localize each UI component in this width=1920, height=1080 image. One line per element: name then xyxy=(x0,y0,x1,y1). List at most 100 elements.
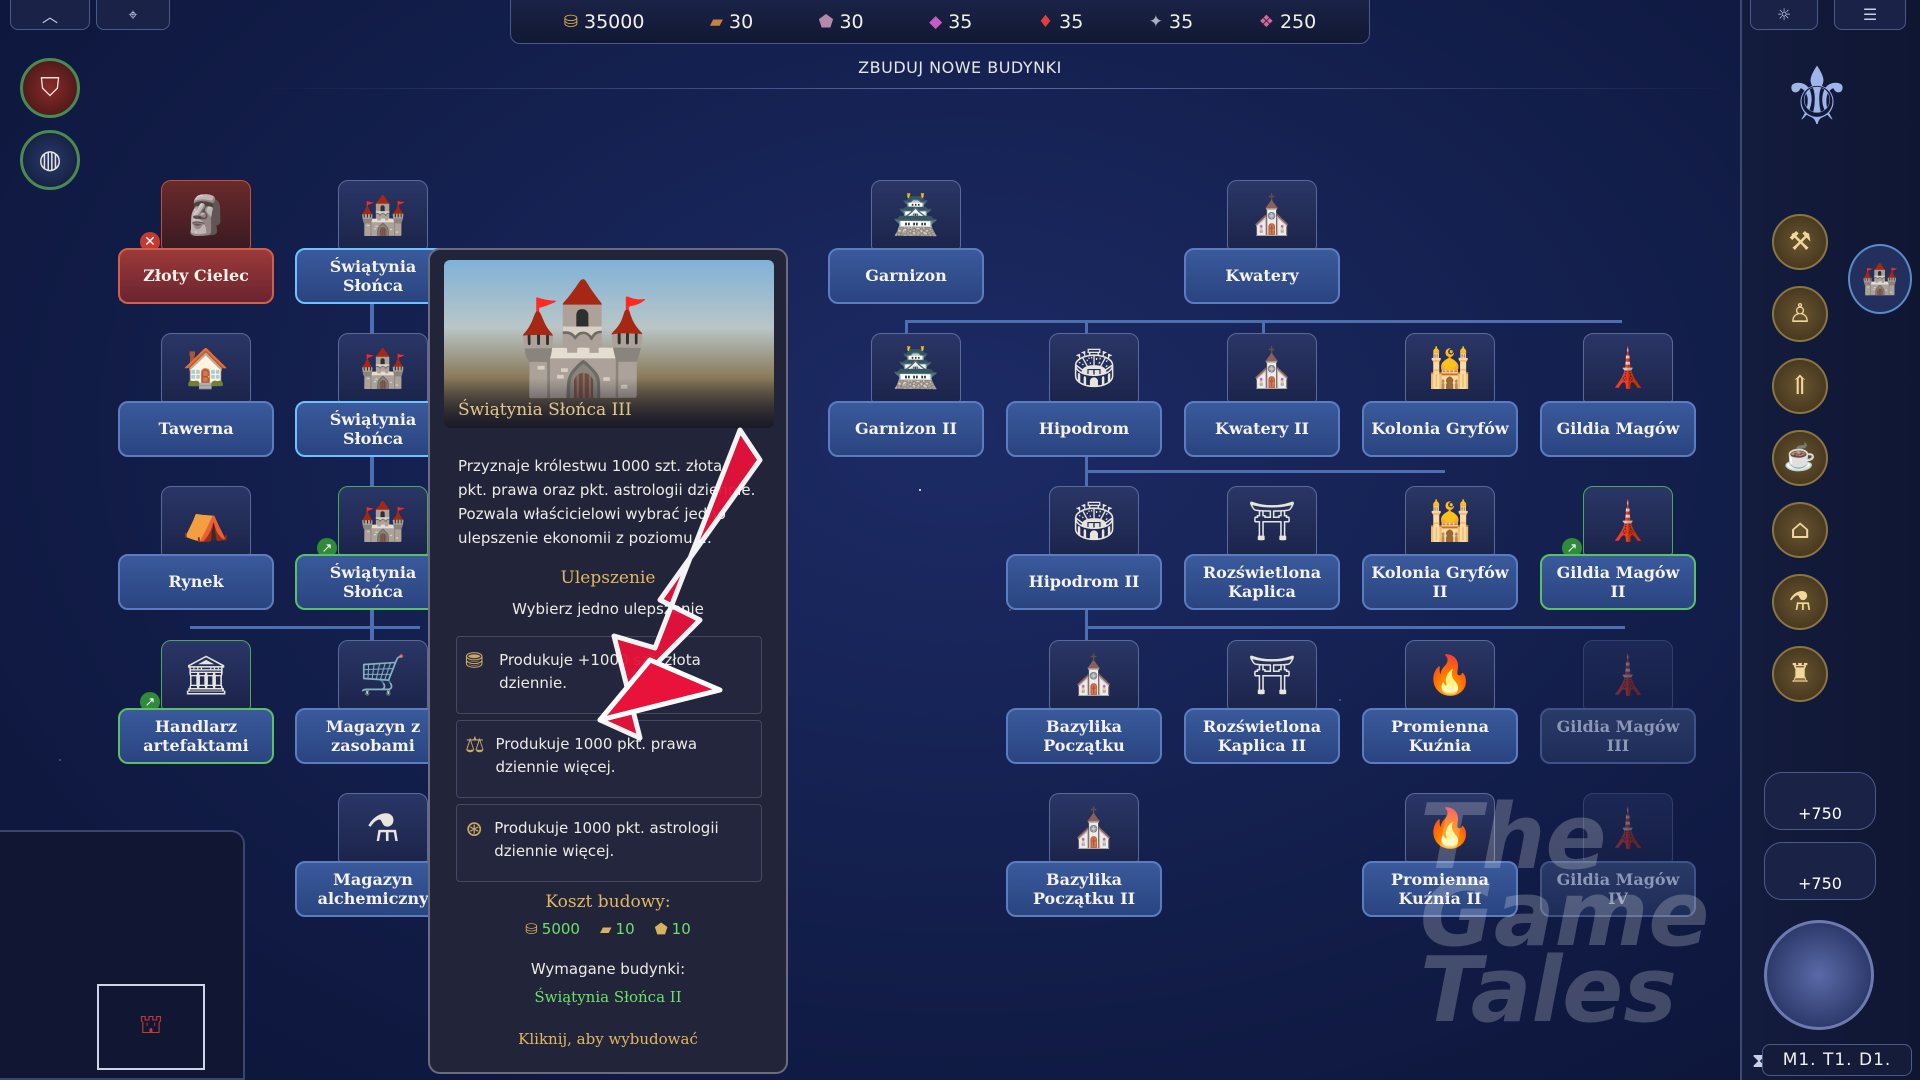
building-kuznia[interactable]: 🔥 Promienna Kuźnia xyxy=(1362,640,1518,764)
building-kwatery-2[interactable]: ⛪ Kwatery II xyxy=(1184,333,1340,457)
rank-up-icon: ⇑ xyxy=(1789,371,1811,401)
barracks-icon: ⛪ xyxy=(1227,333,1317,403)
market-icon: ⛺ xyxy=(161,486,251,556)
building-tooltip: 🏰 Świątynia Słońca III Przyznaje królest… xyxy=(428,248,788,1074)
bonus-value: +750 xyxy=(1798,874,1842,893)
resource-crystal: ♦ 35 xyxy=(1038,11,1083,33)
helmet-icon: ⛉ xyxy=(40,72,60,103)
building-label: Garnizon xyxy=(828,248,984,304)
resource-gems: ◆ 35 xyxy=(929,11,972,33)
tooltip-description: Przyznaje królestwu 1000 szt. złota, pkt… xyxy=(458,457,756,547)
town-marker-icon: ⛫ xyxy=(139,1010,163,1040)
hamburger-menu-icon: ☰ xyxy=(1862,5,1878,24)
collapse-up-button[interactable]: ︿ xyxy=(10,0,90,30)
option-text: Produkuje 1000 pkt. prawa dziennie więce… xyxy=(495,735,698,776)
building-bazylika-2[interactable]: ⛪ Bazylika Początku II xyxy=(1006,793,1162,917)
page-title: ZBUDUJ NOWE BUDYNKI xyxy=(858,58,1062,77)
wood-icon: ▰ xyxy=(599,920,612,938)
tower-icon: ♜ xyxy=(1788,659,1812,689)
building-kaplica-2[interactable]: ⛩ Rozświetlona Kaplica II xyxy=(1184,640,1340,764)
warehouse-icon: 🛒 xyxy=(338,640,428,710)
faction-emblem-button[interactable]: ⛉ xyxy=(20,58,80,118)
building-gildia[interactable]: 🗼 Gildia Magów xyxy=(1540,333,1696,457)
cost-wood: ▰ 10 xyxy=(600,920,635,938)
mug-icon: ☕ xyxy=(1783,443,1817,473)
building-label: Rynek xyxy=(118,554,274,610)
map-pin-button[interactable]: ⌖ xyxy=(96,0,170,30)
cost-ore: ⬟ 10 xyxy=(655,920,691,938)
building-label: Kwatery II xyxy=(1184,401,1340,457)
market-button[interactable]: ⌂ xyxy=(1772,502,1828,558)
building-label: Kolonia Gryfów xyxy=(1362,401,1518,457)
gems-value: 35 xyxy=(948,10,973,33)
building-kwatery[interactable]: ⛪ Kwatery xyxy=(1184,180,1340,304)
upgrade-option-law[interactable]: ⚖ Produkuje 1000 pkt. prawa dziennie wię… xyxy=(456,720,762,798)
building-kaplica[interactable]: ⛩ Rozświetlona Kaplica xyxy=(1184,486,1340,610)
map-pin-icon: ⌖ xyxy=(128,4,138,24)
forge-icon: 🔥 xyxy=(1405,640,1495,710)
building-garnizon-2[interactable]: 🏯 Garnizon II xyxy=(828,333,984,457)
town-portrait-button[interactable]: 🏰 xyxy=(1848,244,1912,314)
recruit-button[interactable]: ♙ xyxy=(1772,286,1828,342)
ore-icon: ⬟ xyxy=(818,11,834,32)
tavern-icon: 🏠 xyxy=(161,333,251,403)
building-handlarz[interactable]: 🏛 ↗ Handlarz artefaktami xyxy=(118,640,274,764)
right-panel: ☼ ☰ ⚜ ⚒ ♙ ⇑ ☕ ⌂ ⚗ ♜ 🏰 +750 +750 ⧗ M1. T1… xyxy=(1740,0,1920,1080)
golden-calf-icon: 🗿 xyxy=(161,180,251,250)
garrison-icon: 🏯 xyxy=(871,333,961,403)
building-gildia-3[interactable]: 🗼 Gildia Magów III xyxy=(1540,640,1696,764)
building-label: Tawerna xyxy=(118,401,274,457)
upgrade-button[interactable]: ⇑ xyxy=(1772,358,1828,414)
building-gildia-2[interactable]: 🗼 ↗ Gildia Magów II xyxy=(1540,486,1696,610)
resource-dust: ❖ 250 xyxy=(1259,11,1317,33)
watermark-line: Tales xyxy=(1420,938,1677,1043)
building-kolonia-2[interactable]: 🕌 Kolonia Gryfów II xyxy=(1362,486,1518,610)
basilica-icon: ⛪ xyxy=(1049,640,1139,710)
tower-button[interactable]: ♜ xyxy=(1772,646,1828,702)
click-to-build-hint[interactable]: Kliknij, aby wybudować xyxy=(430,1030,786,1048)
building-label: Garnizon II xyxy=(828,401,984,457)
griffin-colony-icon: 🕌 xyxy=(1405,333,1495,403)
town-icon: 🏰 xyxy=(1861,261,1899,297)
crystal-icon: ♦ xyxy=(1037,11,1054,32)
mercury-value: 35 xyxy=(1169,10,1194,33)
menu-button[interactable]: ☰ xyxy=(1834,0,1906,30)
minimap-viewport[interactable]: ⛫ xyxy=(97,984,205,1070)
building-kolonia[interactable]: 🕌 Kolonia Gryfów xyxy=(1362,333,1518,457)
world-map-button[interactable]: ◍ xyxy=(20,130,80,190)
cost-value: 10 xyxy=(615,920,635,938)
required-building: Świątynia Słońca II xyxy=(534,988,682,1006)
building-zloty-cielec[interactable]: 🗿 ✕ Złoty Cielec xyxy=(118,180,274,304)
building-hipodrom[interactable]: 🏟 Hipodrom xyxy=(1006,333,1162,457)
upgrade-subheading: Wybierz jedno ulepszenie xyxy=(512,600,704,618)
gems-icon: ◆ xyxy=(929,11,943,32)
building-tawerna[interactable]: 🏠 Tawerna xyxy=(118,333,274,457)
upgrade-option-astrology[interactable]: ⊛ Produkuje 1000 pkt. astrologii dzienni… xyxy=(456,804,762,882)
sun-button[interactable]: ☼ xyxy=(1750,0,1818,30)
market-stall-icon: ⌂ xyxy=(1790,515,1810,545)
temple-icon: 🏰 xyxy=(338,333,428,403)
building-rynek[interactable]: ⛺ Rynek xyxy=(118,486,274,610)
globe-icon: ◍ xyxy=(38,145,62,175)
building-label: Kolonia Gryfów II xyxy=(1362,554,1518,610)
building-hipodrom-2[interactable]: 🏟 Hipodrom II xyxy=(1006,486,1162,610)
building-label: Bazylika Początku II xyxy=(1006,861,1162,917)
build-button[interactable]: ⚒ xyxy=(1772,214,1828,270)
cost-row: ⛁ 5000 ▰ 10 ⬟ 10 xyxy=(430,920,786,938)
title-divider xyxy=(260,88,1740,89)
temple-icon: 🏰 xyxy=(338,180,428,250)
barracks-icon: ⛪ xyxy=(1227,180,1317,250)
cost-value: 10 xyxy=(671,920,691,938)
resource-ore: ⬟ 30 xyxy=(819,11,864,33)
building-label: Kwatery xyxy=(1184,248,1340,304)
building-garnizon[interactable]: 🏯 Garnizon xyxy=(828,180,984,304)
building-label: Hipodrom II xyxy=(1006,554,1162,610)
end-turn-button[interactable] xyxy=(1764,920,1874,1030)
upgrade-option-gold[interactable]: ⛃ Produkuje +1000 szt. złota dziennie. xyxy=(456,636,762,714)
tavern-button[interactable]: ☕ xyxy=(1772,430,1828,486)
gold-value: 35000 xyxy=(583,10,645,33)
faction-crest-icon: ⚜ xyxy=(1781,50,1853,143)
alchemy-button[interactable]: ⚗ xyxy=(1772,574,1828,630)
connector xyxy=(1085,626,1625,629)
building-bazylika[interactable]: ⛪ Bazylika Początku xyxy=(1006,640,1162,764)
